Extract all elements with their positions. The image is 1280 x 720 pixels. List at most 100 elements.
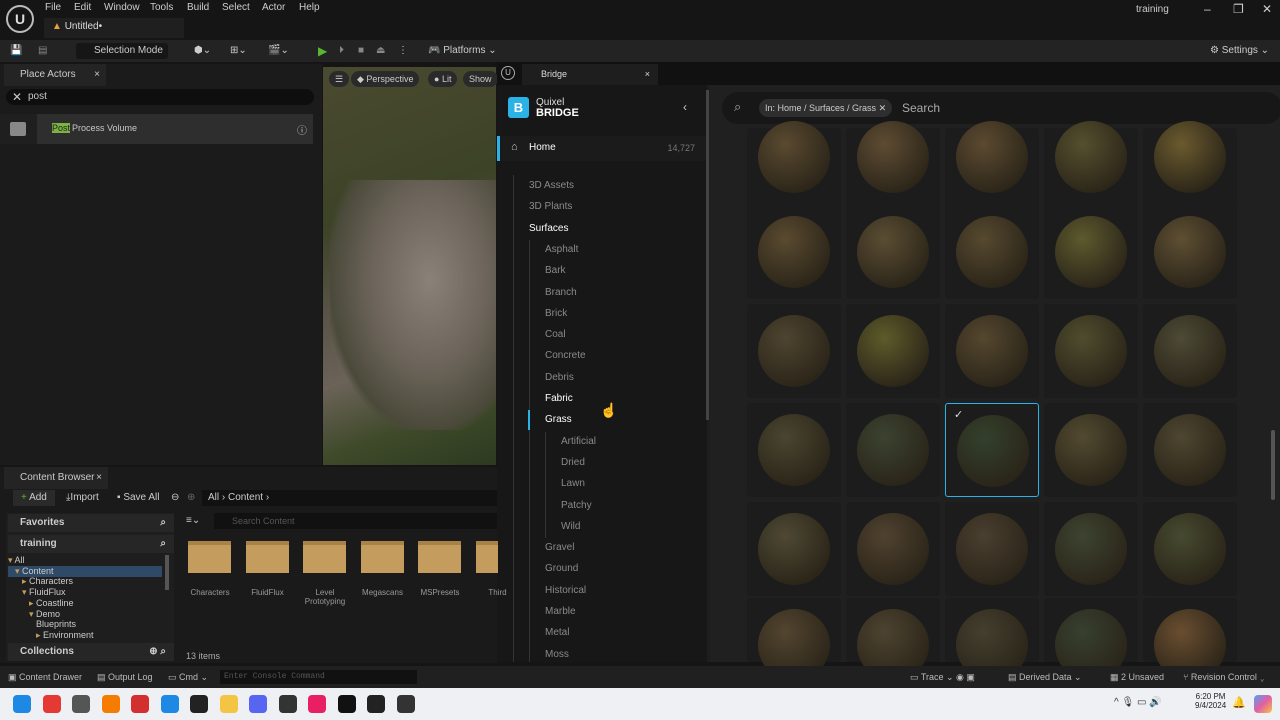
copilot-icon[interactable] <box>1254 695 1272 713</box>
folder-label[interactable]: Characters <box>180 588 240 597</box>
nav-grass-lawn[interactable]: Lawn <box>561 478 585 489</box>
content-drawer-button[interactable]: ▣ Content Drawer <box>8 670 82 684</box>
nav-bark[interactable]: Bark <box>545 265 566 276</box>
browse-icon[interactable]: ▤ <box>38 43 47 59</box>
play-icon[interactable]: ▶ <box>318 43 327 59</box>
trace-dropdown[interactable]: ▭ Trace ⌄ ◉ ▣ <box>910 670 975 684</box>
add-actor-icon[interactable]: ⬢⌄ <box>194 43 211 59</box>
asset-tile[interactable] <box>1143 598 1237 681</box>
project-section[interactable]: training ⌕ <box>8 535 174 553</box>
import-button[interactable]: ⤓Import <box>66 490 99 506</box>
cinematics-icon[interactable]: 🎬⌄ <box>268 43 289 59</box>
sidebar-scrollbar[interactable] <box>706 90 709 420</box>
app-icon[interactable] <box>396 695 415 713</box>
nav-marble[interactable]: Marble <box>545 606 576 617</box>
nav-ground[interactable]: Ground <box>545 563 578 574</box>
settings-dropdown[interactable]: ⚙ Settings ⌄ <box>1210 43 1269 59</box>
forward-icon[interactable]: ⊕ <box>187 490 195 506</box>
file-explorer-icon[interactable] <box>219 695 238 713</box>
firefox-icon[interactable] <box>101 695 120 713</box>
more-icon[interactable]: ⋮ <box>398 43 408 59</box>
search-icon[interactable]: ⌕ <box>160 514 166 532</box>
filter-chip[interactable]: In: Home / Surfaces / Grass ✕ <box>759 99 893 117</box>
speedtest-icon[interactable] <box>190 695 208 713</box>
asset-tile[interactable] <box>747 403 841 497</box>
folder-icon[interactable] <box>418 541 461 573</box>
asset-tile[interactable] <box>747 502 841 596</box>
folder-label[interactable]: Level Prototyping <box>295 588 355 606</box>
tray-overflow-icon[interactable]: ^ 🎙 ▭ 🔊 <box>1114 697 1162 708</box>
menu-help[interactable]: Help <box>299 2 320 13</box>
asset-tile[interactable] <box>747 304 841 398</box>
folder-tree-item[interactable]: ▾ FluidFlux <box>8 587 162 598</box>
close-icon[interactable]: ✕ <box>1262 2 1272 16</box>
nav-home[interactable]: ⌂ Home 14,727 <box>497 136 707 161</box>
asset-tile[interactable] <box>1143 403 1237 497</box>
asset-tile[interactable] <box>747 121 841 208</box>
platforms-dropdown[interactable]: 🎮 Platforms ⌄ <box>428 43 497 59</box>
viewport-menu-icon[interactable]: ☰ <box>329 71 350 87</box>
folder-tree-item[interactable]: ▾ Content <box>8 565 162 577</box>
asset-tile[interactable] <box>1044 598 1138 681</box>
asset-tile[interactable] <box>1143 304 1237 398</box>
perspective-button[interactable]: ◆ Perspective <box>351 71 420 87</box>
marmoset-icon[interactable] <box>160 695 179 713</box>
asset-tile[interactable] <box>945 304 1039 398</box>
asset-tile[interactable] <box>1143 205 1237 299</box>
remove-filter-icon[interactable]: ✕ <box>879 103 887 113</box>
clock[interactable]: 6:20 PM 9/4/2024 <box>1195 692 1226 710</box>
breadcrumb-content[interactable]: Content <box>228 492 263 503</box>
level-tab[interactable]: ▲ Untitled• <box>44 18 184 38</box>
selection-mode-dropdown[interactable]: Selection Mode ⌄ <box>76 43 168 72</box>
selected-check-icon[interactable]: ✓ <box>954 408 963 421</box>
asset-tile[interactable] <box>846 502 940 596</box>
step-icon[interactable]: ⏵ <box>339 43 344 59</box>
asset-tile[interactable] <box>945 598 1039 681</box>
asset-tile[interactable] <box>945 502 1039 596</box>
asset-tile[interactable] <box>846 121 940 208</box>
zbrush-icon[interactable] <box>72 695 90 713</box>
favorites-section[interactable]: Favorites ⌕ <box>8 514 174 532</box>
asset-tile[interactable] <box>846 403 940 497</box>
nav-branch[interactable]: Branch <box>545 287 577 298</box>
folder-tree-item[interactable]: ▸ Environment <box>8 630 162 641</box>
menu-actor[interactable]: Actor <box>262 2 285 13</box>
asset-tile[interactable] <box>747 205 841 299</box>
nav-grass-dried[interactable]: Dried <box>561 457 585 468</box>
close-bridge-icon[interactable]: × <box>645 64 650 85</box>
asset-tile[interactable] <box>1044 502 1138 596</box>
folder-icon[interactable] <box>303 541 346 573</box>
folder-tree-item[interactable]: ▸ Characters <box>8 576 162 587</box>
folder-icon[interactable] <box>360 541 404 573</box>
asset-tile[interactable] <box>1044 205 1138 299</box>
output-log-button[interactable]: ▤ Output Log <box>97 670 153 684</box>
filter-icon[interactable]: ≡⌄ <box>186 513 200 529</box>
collapse-sidebar-icon[interactable]: ‹ <box>683 100 687 114</box>
breadcrumb-all[interactable]: All <box>208 492 219 503</box>
search-icon[interactable]: ⌕ <box>160 535 166 553</box>
collections-section[interactable]: Collections ⊕ ⌕ <box>8 643 174 661</box>
asset-tile[interactable] <box>945 121 1039 208</box>
menu-edit[interactable]: Edit <box>74 2 91 13</box>
epic-games-icon[interactable] <box>367 695 385 713</box>
asset-tile[interactable] <box>1044 121 1138 208</box>
asset-tile[interactable] <box>1044 304 1138 398</box>
chrome-icon[interactable] <box>42 695 61 713</box>
menu-select[interactable]: Select <box>222 2 250 13</box>
live-icon[interactable] <box>278 695 297 713</box>
menu-file[interactable]: File <box>45 2 61 13</box>
nav-grass-patchy[interactable]: Patchy <box>561 500 592 511</box>
asset-tile[interactable] <box>1143 502 1237 596</box>
folder-icon[interactable] <box>245 541 289 573</box>
place-actors-search[interactable]: ✕ post <box>6 89 314 105</box>
folder-label[interactable]: Third <box>468 588 528 597</box>
nav-asphalt[interactable]: Asphalt <box>545 244 578 255</box>
asset-tile[interactable] <box>846 205 940 299</box>
asset-tile[interactable] <box>1143 121 1237 208</box>
back-icon[interactable]: ⊖ <box>171 490 179 506</box>
nav-grass[interactable]: Grass <box>545 414 572 425</box>
bridge-tab[interactable]: Bridge × <box>522 64 658 85</box>
nav-brick[interactable]: Brick <box>545 308 567 319</box>
folder-label[interactable]: MSPresets <box>410 588 470 597</box>
mixer-icon[interactable] <box>131 695 149 713</box>
